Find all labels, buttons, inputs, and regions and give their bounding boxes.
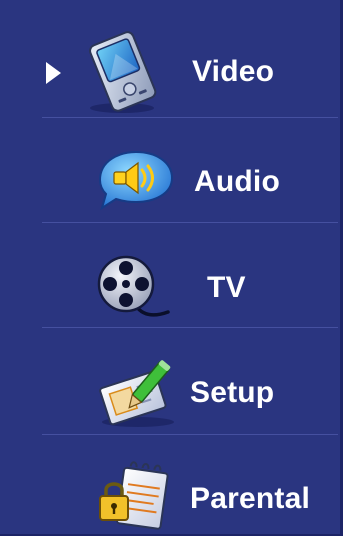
video-player-icon bbox=[89, 31, 157, 113]
menu-panel: Video Audio TV Setup Parental bbox=[0, 0, 343, 536]
speaker-bubble-icon bbox=[98, 150, 174, 211]
menu-item-video[interactable]: Video bbox=[0, 24, 343, 124]
separator bbox=[42, 327, 338, 328]
menu-label-setup: Setup bbox=[190, 376, 275, 409]
setup-pencil-icon bbox=[99, 360, 174, 427]
menu-item-tv[interactable]: TV bbox=[0, 236, 343, 336]
separator bbox=[42, 222, 338, 223]
separator bbox=[42, 117, 338, 118]
selection-arrow-icon bbox=[46, 62, 61, 84]
menu-label-audio: Audio bbox=[194, 165, 280, 198]
menu-item-setup[interactable]: Setup bbox=[0, 342, 343, 442]
menu-label-tv: TV bbox=[207, 271, 246, 304]
parental-lock-icon bbox=[99, 461, 169, 530]
separator bbox=[42, 434, 338, 435]
menu-item-audio[interactable]: Audio bbox=[0, 130, 343, 230]
menu-item-parental[interactable]: Parental bbox=[0, 444, 343, 544]
menu-label-video: Video bbox=[192, 55, 275, 88]
film-reel-icon bbox=[97, 255, 170, 317]
menu-label-parental: Parental bbox=[190, 482, 310, 515]
